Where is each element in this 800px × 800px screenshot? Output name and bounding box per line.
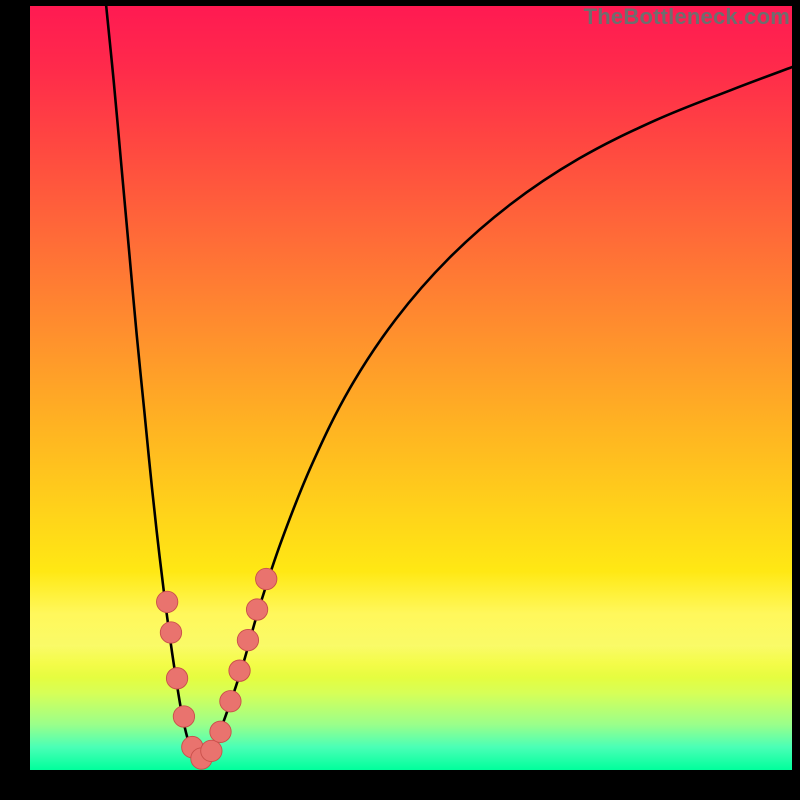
data-marker — [191, 748, 212, 769]
data-marker — [210, 721, 231, 742]
plot-area — [30, 6, 792, 770]
data-marker — [256, 568, 277, 589]
curve-left — [106, 6, 197, 766]
curve-right — [198, 67, 792, 766]
watermark-text: TheBottleneck.com — [584, 4, 790, 30]
data-marker — [166, 668, 187, 689]
data-marker — [182, 736, 203, 757]
data-marker — [237, 629, 258, 650]
data-marker — [160, 622, 181, 643]
data-marker — [173, 706, 194, 727]
data-marker — [156, 591, 177, 612]
data-marker — [220, 691, 241, 712]
haze-band — [30, 571, 792, 678]
chart-frame: TheBottleneck.com — [0, 0, 800, 800]
data-marker — [246, 599, 267, 620]
curve-layer — [30, 6, 792, 770]
data-marker — [229, 660, 250, 681]
data-marker — [201, 740, 222, 761]
marker-group — [156, 568, 276, 769]
